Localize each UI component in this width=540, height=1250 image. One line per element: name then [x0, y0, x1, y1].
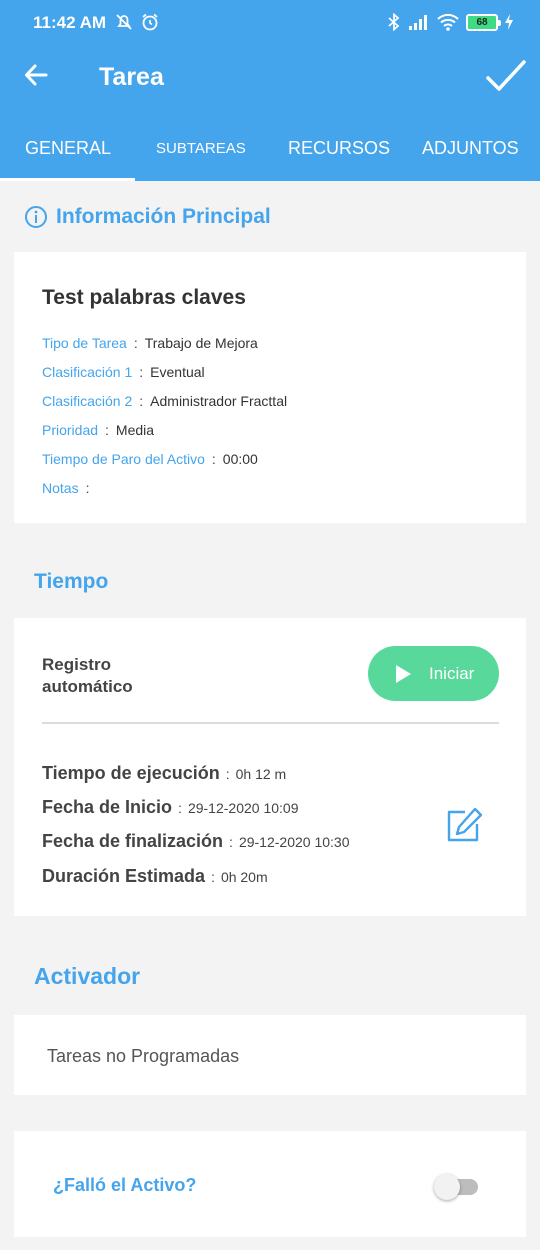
charging-icon — [505, 14, 513, 30]
page-title: Tarea — [99, 63, 164, 91]
field-label: Clasificación 1 — [42, 364, 133, 380]
field-label: Clasificación 2 — [42, 393, 133, 409]
battery-icon: 68 — [466, 14, 501, 31]
wifi-icon — [437, 13, 459, 31]
tiempo-card: Registro automático Iniciar Tiempo de ej… — [14, 618, 526, 916]
field-value: Administrador Fracttal — [150, 393, 288, 409]
fallo-toggle[interactable] — [432, 1171, 480, 1201]
field-label: Tiempo de Paro del Activo — [42, 451, 205, 467]
info-section-title: Información Principal — [56, 205, 271, 228]
field-tiempo-de-paro: Tiempo de Paro del Activo:00:00 — [42, 451, 258, 467]
play-icon — [396, 665, 411, 683]
field-duracion-estimada: Duración Estimada:0h 20m — [42, 866, 268, 886]
field-fecha-inicio: Fecha de Inicio:29-12-2020 10:09 — [42, 797, 299, 817]
activador-card[interactable]: Tareas no Programadas — [14, 1015, 526, 1095]
field-label: Tipo de Tarea — [42, 335, 127, 351]
field-value: 00:00 — [222, 451, 258, 467]
field-clasificacion-1: Clasificación 1: Eventual — [42, 364, 205, 380]
fallo-question: ¿Falló el Activo? — [53, 1175, 197, 1195]
signal-icon — [409, 15, 427, 30]
info-card: Test palabras claves Tipo de Tarea: Traba… — [14, 252, 526, 523]
status-time: 11:42 AM — [33, 13, 107, 32]
field-fecha-finalizacion: Fecha de finalización:29-12-2020 10:30 — [42, 831, 350, 851]
field-value: Eventual — [150, 364, 205, 380]
field-value: Trabajo de Mejora — [144, 335, 258, 351]
edit-icon[interactable] — [445, 806, 485, 844]
mute-icon — [116, 14, 132, 30]
tab-adjuntos[interactable]: ADJUNTOS — [422, 138, 519, 159]
tab-general[interactable]: GENERAL — [25, 138, 111, 159]
active-tab-indicator — [0, 178, 135, 181]
tiempo-section-title: Tiempo — [34, 570, 109, 593]
status-bar: 11:42 AM 68 — [0, 0, 540, 46]
divider — [42, 722, 499, 724]
bluetooth-icon — [388, 12, 400, 32]
field-tipo-de-tarea: Tipo de Tarea: Trabajo de Mejora — [42, 335, 258, 351]
field-label: Prioridad — [42, 422, 99, 438]
info-icon — [25, 206, 47, 228]
field-label: Notas — [42, 480, 79, 496]
tab-subtareas[interactable]: SUBTAREAS — [156, 140, 246, 157]
field-value: Media — [115, 422, 155, 438]
fallo-card: ¿Falló el Activo? — [14, 1131, 526, 1237]
task-title: Test palabras claves — [42, 286, 246, 309]
field-prioridad: Prioridad: Media — [42, 422, 155, 438]
activador-value: Tareas no Programadas — [47, 1046, 240, 1066]
tab-bar: GENERAL SUBTAREAS RECURSOS ADJUNTOS — [0, 128, 540, 181]
start-button[interactable]: Iniciar — [368, 646, 499, 701]
field-tiempo-ejecucion: Tiempo de ejecución:0h 12 m — [42, 763, 287, 783]
auto-register-label: Registro automático — [42, 655, 133, 696]
app-bar: 11:42 AM 68 Tarea GENERAL SUBTAREAS RECU… — [0, 0, 540, 181]
field-notas: Notas: — [42, 480, 90, 496]
field-clasificacion-2: Clasificación 2: Administrador Fracttal — [42, 393, 288, 409]
save-check-icon[interactable] — [484, 56, 528, 96]
activador-section-title: Activador — [34, 963, 141, 989]
back-arrow-icon[interactable] — [22, 60, 52, 90]
tab-recursos[interactable]: RECURSOS — [288, 138, 390, 159]
alarm-icon — [142, 13, 158, 31]
